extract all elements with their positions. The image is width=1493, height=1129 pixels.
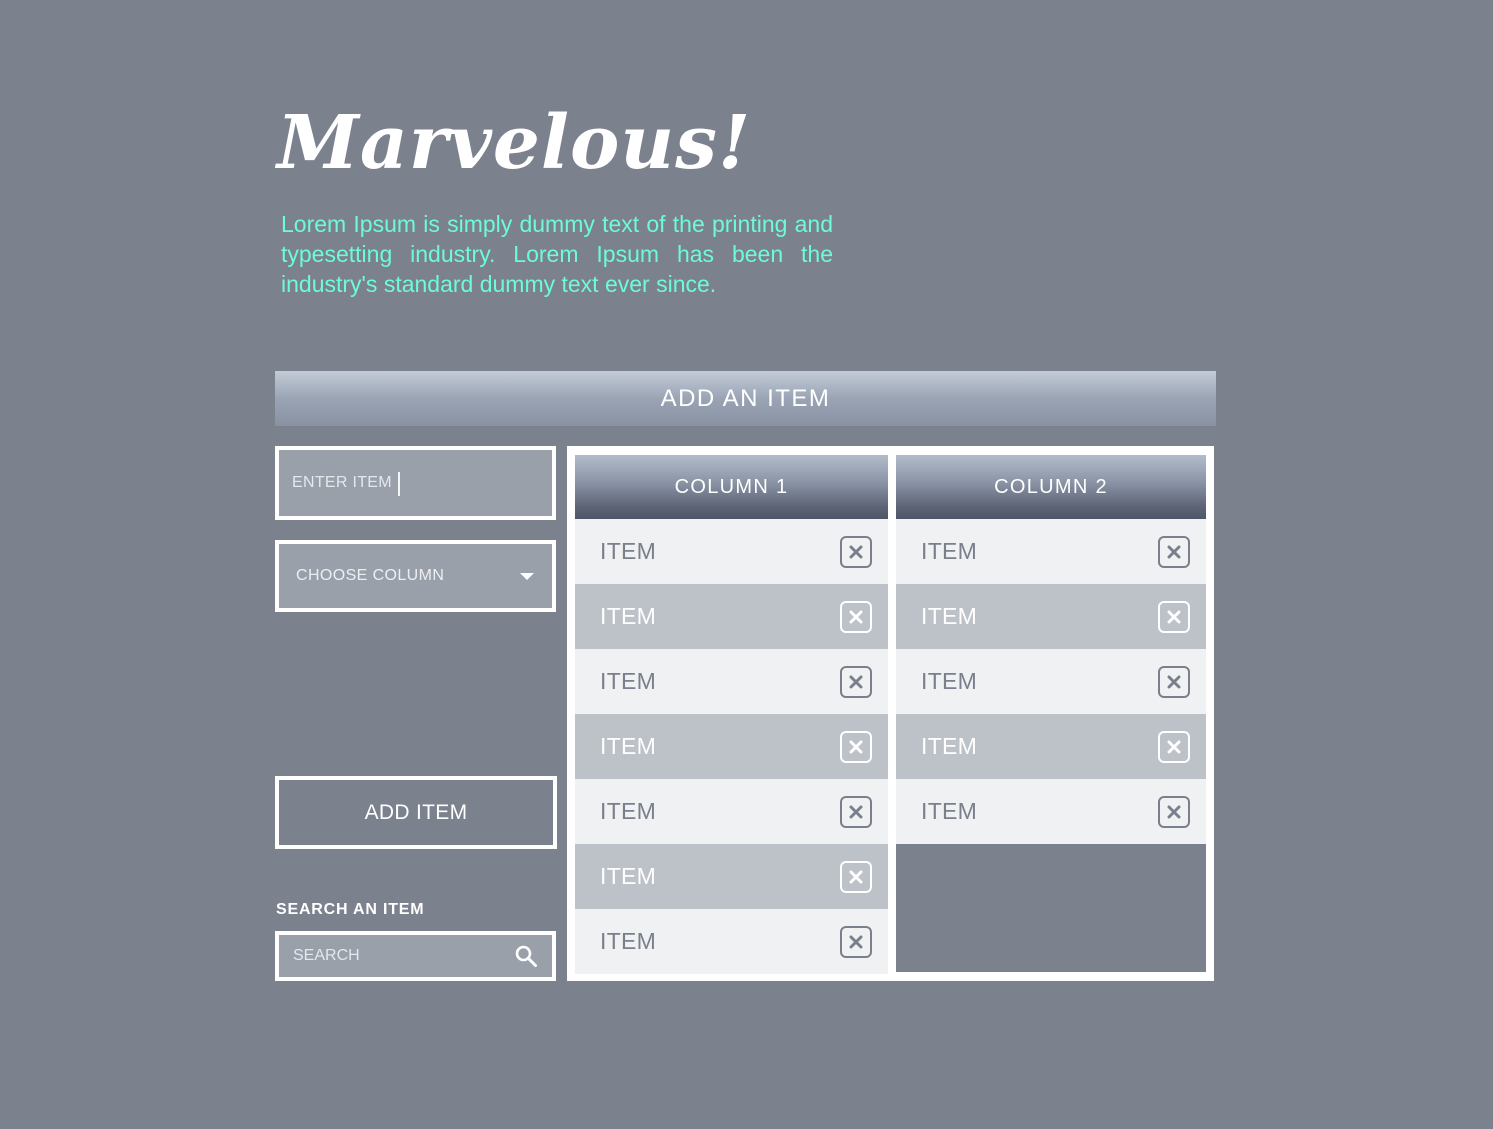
item-label: ITEM	[600, 733, 657, 759]
app-root: Marvelous! Lorem Ipsum is simply dummy t…	[0, 0, 1493, 1129]
list-item: ITEM	[896, 649, 1206, 714]
column-1-header: COLUMN 1	[575, 455, 888, 519]
choose-column-label: CHOOSE COLUMN	[296, 567, 445, 584]
list-item: ITEM	[575, 779, 888, 844]
column-2: COLUMN 2 ITEM ITEM ITEM ITEM ITEM	[896, 455, 1206, 972]
item-label: ITEM	[921, 733, 978, 759]
close-icon	[1167, 740, 1181, 753]
item-label: ITEM	[921, 798, 978, 824]
remove-item-button[interactable]	[840, 665, 872, 698]
item-label: ITEM	[600, 603, 657, 629]
search-icon[interactable]	[514, 944, 538, 968]
list-item: ITEM	[575, 649, 888, 714]
list-item: ITEM	[896, 584, 1206, 649]
close-icon	[849, 610, 863, 623]
add-item-button[interactable]: ADD ITEM	[275, 776, 557, 849]
page-title: Marvelous!	[277, 100, 752, 186]
search-field[interactable]	[275, 931, 556, 981]
item-label: ITEM	[921, 538, 978, 564]
close-icon	[849, 870, 863, 883]
remove-item-button[interactable]	[840, 860, 872, 893]
close-icon	[849, 805, 863, 818]
close-icon	[849, 935, 863, 948]
search-section-label: SEARCH AN ITEM	[276, 901, 425, 918]
remove-item-button[interactable]	[840, 600, 872, 633]
item-label: ITEM	[921, 603, 978, 629]
item-label: ITEM	[600, 538, 657, 564]
remove-item-button[interactable]	[1158, 730, 1190, 763]
add-item-banner: ADD AN ITEM	[275, 371, 1216, 426]
column-1-items: ITEM ITEM ITEM ITEM ITEM ITEM ITEM	[575, 519, 888, 974]
page-description: Lorem Ipsum is simply dummy text of the …	[281, 211, 833, 297]
remove-item-button[interactable]	[1158, 535, 1190, 568]
enter-item-field[interactable]	[275, 446, 556, 520]
list-item: ITEM	[575, 714, 888, 779]
columns-board: COLUMN 1 ITEM ITEM ITEM ITEM ITEM ITEM ITEM CO…	[567, 446, 1214, 981]
close-icon	[1167, 610, 1181, 623]
search-input[interactable]	[279, 935, 514, 977]
enter-item-input[interactable]	[279, 450, 552, 516]
item-label: ITEM	[600, 863, 657, 889]
remove-item-button[interactable]	[840, 535, 872, 568]
item-label: ITEM	[600, 798, 657, 824]
add-item-label: ADD ITEM	[364, 800, 468, 824]
column-2-title: COLUMN 2	[994, 475, 1108, 498]
list-item: ITEM	[575, 844, 888, 909]
close-icon	[849, 545, 863, 558]
column-1-title: COLUMN 1	[674, 475, 789, 498]
item-label: ITEM	[600, 928, 657, 954]
list-item: ITEM	[575, 519, 888, 584]
item-label: ITEM	[600, 668, 657, 694]
close-icon	[849, 675, 863, 688]
remove-item-button[interactable]	[1158, 795, 1190, 828]
remove-item-button[interactable]	[1158, 600, 1190, 633]
item-label: ITEM	[921, 668, 978, 694]
chevron-down-icon	[520, 572, 534, 580]
text-cursor	[398, 472, 400, 496]
remove-item-button[interactable]	[1158, 665, 1190, 698]
list-item: ITEM	[896, 714, 1206, 779]
column-2-header: COLUMN 2	[896, 455, 1206, 519]
remove-item-button[interactable]	[840, 925, 872, 958]
list-item: ITEM	[896, 779, 1206, 844]
banner-label: ADD AN ITEM	[660, 384, 831, 412]
list-item: ITEM	[575, 909, 888, 974]
column-1: COLUMN 1 ITEM ITEM ITEM ITEM ITEM ITEM ITEM	[575, 455, 888, 974]
list-item: ITEM	[896, 519, 1206, 584]
close-icon	[849, 740, 863, 753]
close-icon	[1167, 805, 1181, 818]
remove-item-button[interactable]	[840, 795, 872, 828]
close-icon	[1167, 545, 1181, 558]
remove-item-button[interactable]	[840, 730, 872, 763]
list-item: ITEM	[575, 584, 888, 649]
column-2-items: ITEM ITEM ITEM ITEM ITEM	[896, 519, 1206, 844]
close-icon	[1167, 675, 1181, 688]
choose-column-dropdown[interactable]: CHOOSE COLUMN	[275, 540, 556, 612]
